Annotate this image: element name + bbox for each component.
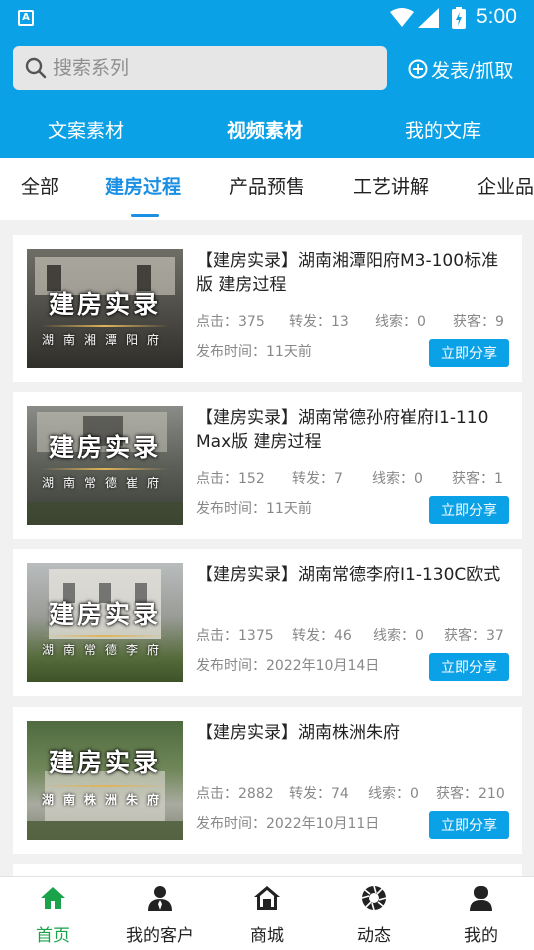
thumbnail-divider xyxy=(41,468,169,470)
video-thumbnail[interactable]: 建房实录 湖南常德李府 xyxy=(27,563,183,682)
video-title[interactable]: 【建房实录】湖南常德孙府崔府I1-110 Max版 建房过程 xyxy=(196,406,511,454)
video-stats: 点击：1375 转发：46 线索：0 获客：37 xyxy=(196,625,511,645)
stat-leads: 线索：0 xyxy=(372,471,423,487)
customer-icon xyxy=(148,886,172,911)
nav-profile[interactable]: 我的 xyxy=(428,877,534,950)
category-tabs: 全部 建房过程 产品预售 工艺讲解 企业品 xyxy=(0,158,534,220)
home-icon xyxy=(41,887,65,909)
tab-my-library[interactable]: 我的文库 xyxy=(405,116,481,143)
publish-date: 发布时间：11天前 xyxy=(196,501,312,517)
stat-clicks: 点击：1375 xyxy=(196,628,274,644)
publish-date: 发布时间：2022年10月14日 xyxy=(196,658,380,674)
share-now-button[interactable]: 立即分享 xyxy=(429,653,509,681)
video-stats: 点击：2882 转发：74 线索：0 获客：210 xyxy=(196,783,511,803)
stat-leads: 线索：0 xyxy=(373,628,424,644)
stat-customers: 获客：9 xyxy=(453,314,504,330)
nav-my-customers-label: 我的客户 xyxy=(126,926,194,946)
stat-customers: 获客：210 xyxy=(436,786,505,802)
wifi-icon xyxy=(390,8,414,27)
thumbnail-title: 建房实录 xyxy=(48,600,161,629)
thumbnail-title: 建房实录 xyxy=(48,433,161,462)
video-title[interactable]: 【建房实录】湖南湘潭阳府M3-100标准版 建房过程 xyxy=(196,249,511,297)
stat-customers: 获客：1 xyxy=(452,471,503,487)
video-card[interactable]: 建房实录 湖南株洲朱府 【建房实录】湖南株洲朱府 点击：2882 转发：74 线… xyxy=(13,707,522,854)
search-box[interactable] xyxy=(13,46,387,90)
category-tab-all[interactable]: 全部 xyxy=(21,172,59,199)
category-tab-building-process[interactable]: 建房过程 xyxy=(105,172,181,199)
clock: 5:00 xyxy=(476,5,517,28)
thumbnail-divider xyxy=(41,785,169,787)
nav-home-label: 首页 xyxy=(36,926,70,946)
video-stats: 点击：152 转发：7 线索：0 获客：1 xyxy=(196,468,511,488)
bottom-nav: 首页 我的客户 商城 动态 我的 xyxy=(0,876,534,950)
post-capture-label: 发表/抓取 xyxy=(431,59,514,82)
nav-home[interactable]: 首页 xyxy=(0,877,106,950)
video-thumbnail[interactable]: 建房实录 湖南株洲朱府 xyxy=(27,721,183,840)
share-now-button[interactable]: 立即分享 xyxy=(429,811,509,839)
add-circle-icon xyxy=(408,59,428,79)
stat-clicks: 点击：2882 xyxy=(196,786,274,802)
search-icon xyxy=(25,57,47,79)
video-title[interactable]: 【建房实录】湖南常德李府I1-130C欧式 xyxy=(196,563,511,587)
category-tab-craft[interactable]: 工艺讲解 xyxy=(353,172,429,199)
category-tab-presale[interactable]: 产品预售 xyxy=(229,172,305,199)
video-card[interactable]: 建房实录 湖南常德崔府 【建房实录】湖南常德孙府崔府I1-110 Max版 建房… xyxy=(13,392,522,539)
main-tabs: 文案素材 视频素材 我的文库 xyxy=(0,110,534,158)
stat-forwards: 转发：46 xyxy=(292,628,352,644)
video-thumbnail[interactable]: 建房实录 湖南常德崔府 xyxy=(27,406,183,525)
signal-icon xyxy=(418,8,439,28)
thumbnail-subtitle: 湖南常德崔府 xyxy=(41,476,168,490)
tab-copy-material[interactable]: 文案素材 xyxy=(48,116,124,143)
nav-my-customers[interactable]: 我的客户 xyxy=(107,877,213,950)
stat-forwards: 转发：13 xyxy=(289,314,349,330)
stat-clicks: 点击：375 xyxy=(196,314,265,330)
thumbnail-title: 建房实录 xyxy=(48,290,161,319)
category-tab-enterprise[interactable]: 企业品 xyxy=(477,172,534,199)
app-notification-icon: A xyxy=(18,10,34,26)
thumbnail-divider xyxy=(41,635,169,637)
post-capture-button[interactable]: 发表/抓取 xyxy=(408,54,513,84)
thumbnail-subtitle: 湖南株洲朱府 xyxy=(41,793,168,807)
stat-forwards: 转发：7 xyxy=(292,471,343,487)
nav-store[interactable]: 商城 xyxy=(214,877,320,950)
nav-moments[interactable]: 动态 xyxy=(321,877,427,950)
profile-icon xyxy=(470,886,492,911)
header: 发表/抓取 文案素材 视频素材 我的文库 xyxy=(0,36,534,158)
stat-customers: 获客：37 xyxy=(444,628,504,644)
thumbnail-title: 建房实录 xyxy=(48,748,161,777)
status-bar: A 5:00 xyxy=(0,0,534,36)
search-input[interactable] xyxy=(53,52,373,84)
video-stats: 点击：375 转发：13 线索：0 获客：9 xyxy=(196,311,511,331)
video-thumbnail[interactable]: 建房实录 湖南湘潭阳府 xyxy=(27,249,183,368)
store-icon xyxy=(254,886,280,910)
share-now-button[interactable]: 立即分享 xyxy=(429,496,509,524)
share-now-button[interactable]: 立即分享 xyxy=(429,339,509,367)
nav-store-label: 商城 xyxy=(250,926,284,946)
video-title[interactable]: 【建房实录】湖南株洲朱府 xyxy=(196,721,511,745)
publish-date: 发布时间：2022年10月11日 xyxy=(196,816,380,832)
nav-moments-label: 动态 xyxy=(357,926,391,946)
battery-icon xyxy=(452,7,466,29)
thumbnail-subtitle: 湖南湘潭阳府 xyxy=(41,333,168,347)
aperture-icon xyxy=(361,885,387,911)
nav-profile-label: 我的 xyxy=(464,926,498,946)
stat-clicks: 点击：152 xyxy=(196,471,265,487)
stat-forwards: 转发：74 xyxy=(289,786,349,802)
stat-leads: 线索：0 xyxy=(375,314,426,330)
thumbnail-divider xyxy=(41,325,169,327)
video-card[interactable]: 建房实录 湖南湘潭阳府 【建房实录】湖南湘潭阳府M3-100标准版 建房过程 点… xyxy=(13,235,522,382)
publish-date: 发布时间：11天前 xyxy=(196,344,312,360)
thumbnail-subtitle: 湖南常德李府 xyxy=(41,643,168,657)
tab-video-material[interactable]: 视频素材 xyxy=(227,116,303,143)
stat-leads: 线索：0 xyxy=(368,786,419,802)
active-tab-indicator xyxy=(131,214,159,217)
video-card[interactable] xyxy=(13,864,522,876)
video-card[interactable]: 建房实录 湖南常德李府 【建房实录】湖南常德李府I1-130C欧式 点击：137… xyxy=(13,549,522,696)
